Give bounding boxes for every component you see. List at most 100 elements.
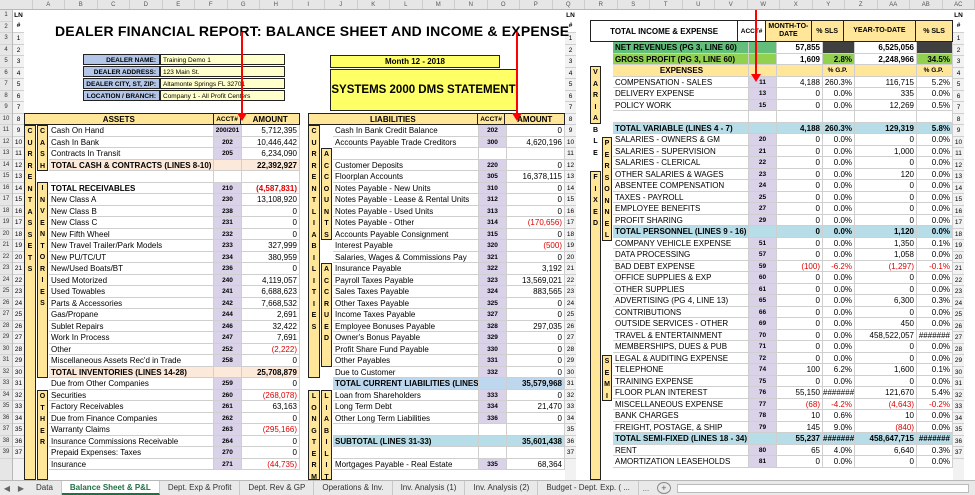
row-month-to-date[interactable]: 55,237 [777, 433, 823, 444]
table-row[interactable]: BANK CHARGES 78 10 0.6% 10 0.0% [613, 410, 953, 422]
table-row[interactable]: Used Towables 241 6,688,623 [49, 286, 300, 298]
row-month-to-date[interactable]: 0 [777, 99, 823, 110]
row-amount[interactable]: 0 [507, 251, 565, 262]
row-month-to-date[interactable]: 4,188 [777, 76, 823, 87]
tab-next-icon[interactable]: ▶ [14, 484, 28, 493]
column-header-g[interactable]: G [228, 0, 260, 9]
row-month-to-date[interactable]: 10 [777, 410, 823, 421]
row-header-17[interactable]: 17 [0, 194, 12, 206]
table-row[interactable]: OFFICE SUPPLIES & EXP 60 0 0.0% 0 0.0% [613, 272, 953, 284]
spreadsheet-grid[interactable]: LN #1 2 3 4 5 6 7 8 9 10 11 12 13 14 15 16 17 18 19 20 21 22 2… [13, 10, 975, 480]
table-row[interactable]: Contracts In Transit 205 6,234,090 [49, 148, 300, 160]
row-amount[interactable]: 0 [242, 447, 300, 458]
row-amount[interactable]: 0 [242, 217, 300, 228]
row-amount[interactable]: 13,569,021 [507, 274, 565, 285]
column-header-d[interactable]: D [130, 0, 163, 9]
table-row[interactable]: Prepaid Expenses: Taxes 270 0 [49, 447, 300, 459]
row-amount[interactable]: (295,166) [242, 424, 300, 435]
sheet-tab[interactable]: Dept. Exp & Profit [160, 481, 241, 495]
row-amount[interactable]: 0 [507, 205, 565, 216]
row-header-27[interactable]: 27 [0, 309, 12, 321]
tab-more-icon[interactable]: ... [639, 484, 653, 493]
row-header-21[interactable]: 21 [0, 240, 12, 252]
column-header-b[interactable]: B [65, 0, 98, 9]
row-month-to-date[interactable]: 55,150 [777, 387, 823, 398]
row-year-to-date[interactable]: 0 [855, 272, 917, 283]
table-row[interactable]: MEMBERSHIPS, DUES & PUB 71 0 0.0% 0 0.0% [613, 341, 953, 353]
row-amount[interactable] [242, 171, 300, 182]
row-amount[interactable]: 0 [507, 366, 565, 377]
table-row[interactable]: SUBTOTAL (LINES 31-33) 35,601,438 [333, 435, 565, 447]
table-row[interactable]: FLOOR PLAN INTEREST 76 55,150 ####### 121,67… [613, 387, 953, 399]
row-amount[interactable]: 13,108,920 [242, 194, 300, 205]
row-month-to-date[interactable]: 0 [777, 145, 823, 156]
row-amount[interactable]: 5,712,395 [242, 125, 300, 136]
row-month-to-date[interactable]: 0 [777, 341, 823, 352]
row-year-to-date[interactable]: 458,522,057 [855, 329, 917, 340]
row-year-to-date[interactable]: 6,525,056 [855, 42, 917, 53]
table-row[interactable]: Owner's Bonus Payable 329 0 [333, 332, 565, 344]
table-row[interactable]: Profit Share Fund Payable 330 0 [333, 343, 565, 355]
row-header-37[interactable]: 37 [0, 424, 12, 436]
table-row[interactable]: Other Taxes Payable 325 0 [333, 297, 565, 309]
row-header-3[interactable]: 3 [0, 33, 12, 45]
row-header-34[interactable]: 34 [0, 390, 12, 401]
row-year-to-date[interactable]: 0 [855, 191, 917, 202]
table-row[interactable]: POLICY WORK 15 0 0.0% 12,269 0.5% [613, 99, 953, 111]
liabilities-table[interactable]: Cash In Bank Credit Balance 202 0 Accounts … [333, 125, 565, 470]
table-row[interactable]: RENT 80 65 4.0% 6,640 0.3% [613, 444, 953, 456]
table-row[interactable]: Cash In Bank Credit Balance 202 0 [333, 125, 565, 137]
row-header-2[interactable]: 2 [0, 22, 12, 33]
table-row[interactable]: OTHER SALARIES & WAGES 23 0 0.0% 120 0.0% [613, 168, 953, 180]
table-row[interactable]: COMPANY VEHICLE EXPENSE 51 0 0.0% 1,350 0.1% [613, 237, 953, 249]
column-header-a[interactable]: A [33, 0, 65, 9]
column-header-u[interactable]: U [683, 0, 715, 9]
table-row[interactable]: Salaries, Wages & Commissions Pay 321 0 [333, 251, 565, 263]
row-amount[interactable] [507, 148, 565, 159]
row-amount[interactable]: 4,119,057 [242, 274, 300, 285]
row-year-to-date[interactable]: 0 [855, 203, 917, 214]
row-amount[interactable]: 0 [242, 205, 300, 216]
row-amount[interactable]: 0 [507, 182, 565, 193]
column-header-k[interactable]: K [358, 0, 390, 9]
table-row[interactable]: Accounts Payable Trade Creditors 300 4,620… [333, 136, 565, 148]
row-month-to-date[interactable]: 65 [777, 444, 823, 455]
row-header-20[interactable]: 20 [0, 229, 12, 240]
row-year-to-date[interactable]: 0 [855, 375, 917, 386]
add-sheet-icon[interactable]: + [656, 482, 671, 494]
row-amount[interactable]: 883,565 [507, 286, 565, 297]
table-row[interactable]: Other Long Term Liabilities 336 0 [333, 412, 565, 424]
sheet-tab[interactable]: Inv. Analysis (1) [393, 481, 466, 495]
corner-cell[interactable] [0, 0, 33, 9]
row-month-to-date[interactable] [777, 111, 823, 122]
row-header-14[interactable]: 14 [0, 160, 12, 171]
row-amount[interactable]: 21,470 [507, 401, 565, 412]
row-year-to-date[interactable]: (1,297) [855, 260, 917, 271]
table-row[interactable] [333, 447, 565, 459]
table-row[interactable]: OUTSIDE SERVICES - OTHER 69 0 0.0% 450 0.0% [613, 318, 953, 330]
row-amount[interactable]: 0 [507, 389, 565, 400]
table-row[interactable]: Other 252 (2,222) [49, 343, 300, 355]
row-amount[interactable]: 32,422 [242, 320, 300, 331]
sheet-tab[interactable]: Inv. Analysis (2) [465, 481, 539, 495]
table-row[interactable]: OTHER SUPPLIES 61 0 0.0% 0 0.0% [613, 283, 953, 295]
table-row[interactable]: TELEPHONE 74 100 6.2% 1,600 0.1% [613, 364, 953, 376]
table-row[interactable]: Securities 260 (268,078) [49, 389, 300, 401]
table-row[interactable]: Employee Bonuses Payable 328 297,035 [333, 320, 565, 332]
row-month-to-date[interactable]: 0 [777, 329, 823, 340]
row-amount[interactable]: 0 [507, 194, 565, 205]
table-row[interactable]: PROFIT SHARING 29 0 0.0% 0 0.0% [613, 214, 953, 226]
table-row[interactable]: New Travel Trailer/Park Models 233 327,999 [49, 240, 300, 252]
table-row[interactable]: NET REVENUES (PG 3, LINE 60) 57,855 6,525,… [613, 42, 953, 54]
table-row[interactable]: GROSS PROFIT (PG 3, LINE 60) 1,609 2.8% 2,2… [613, 53, 953, 65]
row-year-to-date[interactable]: 0 [855, 341, 917, 352]
row-amount[interactable]: 0 [507, 125, 565, 136]
row-amount[interactable]: 380,959 [242, 251, 300, 262]
row-year-to-date[interactable]: 116,715 [855, 76, 917, 87]
table-row[interactable]: EXPENSES % G.P. % G.P. [613, 65, 953, 77]
row-amount[interactable]: 0 [242, 435, 300, 446]
table-row[interactable]: Insurance 271 (44,735) [49, 458, 300, 470]
table-row[interactable]: DATA PROCESSING 57 0 0.0% 1,058 0.0% [613, 249, 953, 261]
row-month-to-date[interactable] [777, 65, 823, 76]
table-row[interactable]: Due from Finance Companies 262 0 [49, 412, 300, 424]
